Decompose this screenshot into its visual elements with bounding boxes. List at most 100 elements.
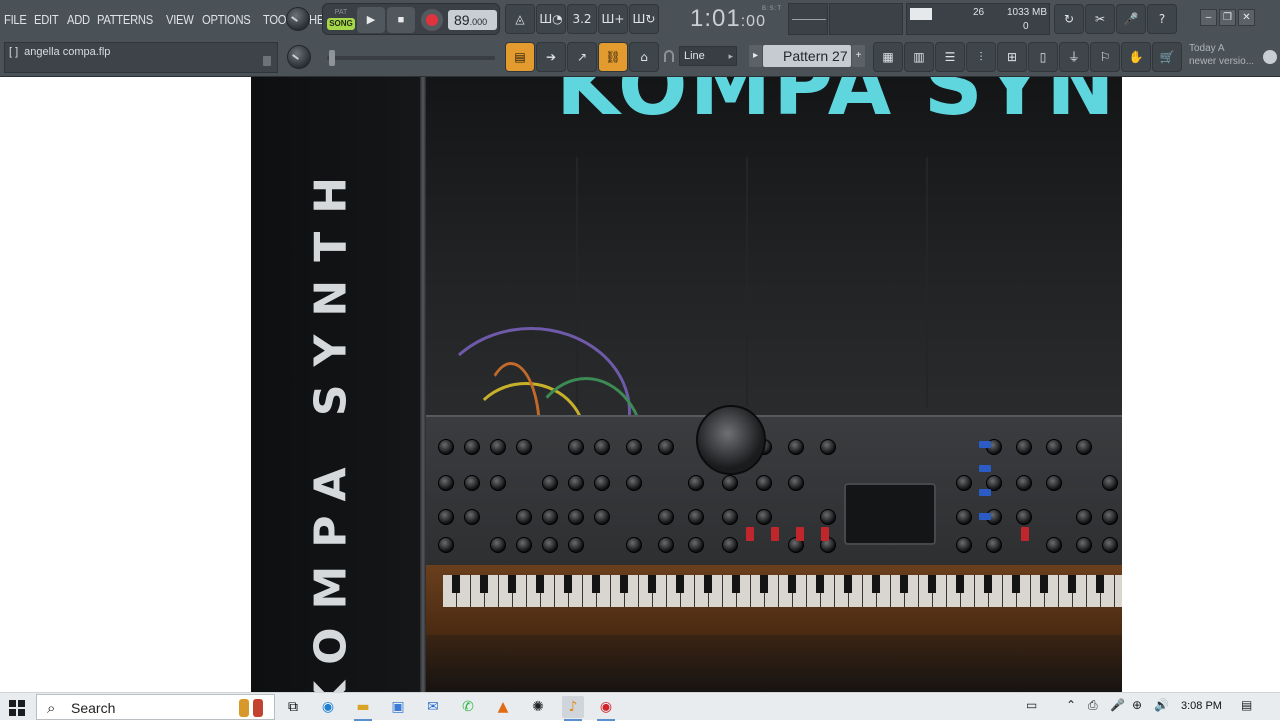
mail-icon[interactable]: ✉: [422, 696, 444, 718]
magnet-icon[interactable]: [664, 50, 674, 62]
help-icon[interactable]: ?: [1147, 4, 1177, 34]
hand-icon[interactable]: ✋: [1121, 42, 1151, 72]
master-slider-handle[interactable]: [329, 50, 335, 66]
oscilloscope-monitor: [788, 3, 828, 35]
synth-knob: [626, 439, 642, 455]
headphones: [696, 405, 766, 475]
channel-rack-icon[interactable]: ☰: [935, 42, 965, 72]
add-pattern-button[interactable]: +: [852, 45, 865, 67]
menu-file[interactable]: FILE: [4, 12, 27, 27]
wall-panel-line: [926, 157, 928, 407]
menu-add[interactable]: ADD: [67, 12, 90, 27]
menu-options[interactable]: OPTIONS: [202, 12, 251, 27]
globe-icon: [1263, 50, 1277, 64]
link-icon[interactable]: ⛓: [598, 42, 628, 72]
touch-keyboard-icon[interactable]: ⚐: [1090, 42, 1120, 72]
playlist-icon[interactable]: ▦: [873, 42, 903, 72]
record-button[interactable]: [421, 9, 443, 31]
synth-knob: [542, 475, 558, 491]
pattern-prev-button[interactable]: ▸: [749, 45, 762, 67]
store-icon[interactable]: ▣: [387, 696, 409, 718]
blend-notes-button[interactable]: Ш+: [598, 4, 628, 34]
arrow-icon[interactable]: ➔: [536, 42, 566, 72]
brush-icon[interactable]: ↗: [567, 42, 597, 72]
close-button[interactable]: ✕: [1238, 9, 1255, 26]
meet-now-icon[interactable]: ⎙: [1088, 698, 1098, 713]
microphone-icon[interactable]: 🎤: [1116, 4, 1146, 34]
whatsapp-icon[interactable]: ✆: [457, 696, 479, 718]
plugin-picker-icon[interactable]: ⏚: [1059, 42, 1089, 72]
search-highlight-icon: [237, 699, 269, 717]
reset-icon[interactable]: ↻: [1054, 4, 1084, 34]
toolbar-row-secondary: [ ] angella compa.flp ▤ ➔ ↗ ⛓ ⌂ Line ▸ Pa…: [0, 38, 1280, 77]
synth-knob: [986, 537, 1002, 553]
loop-record-button[interactable]: Ш↻: [629, 4, 659, 34]
taskbar-clock[interactable]: 3:08 PM: [1181, 700, 1222, 712]
project-file-name: [ ] angella compa.flp: [9, 46, 110, 58]
cut-icon[interactable]: ✂: [1085, 4, 1115, 34]
menu-edit[interactable]: EDIT: [34, 12, 59, 27]
cover-title: KOMPA SYNTH: [556, 77, 1122, 134]
synth-knob: [438, 509, 454, 525]
cover-left-panel: KOMPA SYNTH: [251, 77, 421, 692]
countdown-button[interactable]: 3.2: [567, 4, 597, 34]
play-button[interactable]: ▶: [357, 7, 385, 33]
project-file-box[interactable]: [ ] angella compa.flp: [4, 42, 278, 73]
synth-knob: [688, 509, 704, 525]
synth-knob: [756, 475, 772, 491]
synth-knob: [568, 509, 584, 525]
notification-icon[interactable]: ▤: [1241, 698, 1252, 712]
show-hidden-icons-icon[interactable]: ⌃: [1066, 698, 1076, 712]
vertical-title: KOMPA SYNTH: [305, 158, 357, 692]
pattern-selector[interactable]: Pattern 27: [763, 45, 851, 67]
line-mode-select[interactable]: Line: [679, 46, 737, 66]
metronome-button[interactable]: ◬: [505, 4, 535, 34]
time-main: 1:01: [690, 5, 741, 32]
wait-for-input-button[interactable]: Ш◔: [536, 4, 566, 34]
microphone-tray-icon[interactable]: 🎤: [1110, 698, 1125, 712]
recorder-icon[interactable]: ◉: [595, 696, 617, 721]
project-info-icon[interactable]: ▯: [1028, 42, 1058, 72]
toolbar-row-main: FILE EDIT ADD PATTERNS VIEW OPTIONS TOOL…: [0, 0, 1280, 38]
synth-red-switch: [746, 527, 754, 541]
song-position-display[interactable]: 1:01:00 B:S:T: [690, 3, 782, 35]
vlc-icon[interactable]: ▲: [492, 696, 514, 718]
synth-knob-field: [426, 417, 1122, 567]
synth-blue-switch: [979, 489, 991, 496]
windows-start-icon[interactable]: [9, 700, 25, 716]
synth-knob: [438, 537, 454, 553]
search-placeholder: Search: [71, 700, 116, 716]
update-hint[interactable]: Today A newer versio...: [1185, 40, 1280, 73]
synth-knob: [1102, 475, 1118, 491]
restore-button[interactable]: ❐: [1219, 9, 1236, 26]
synth-knob: [568, 439, 584, 455]
stamp-icon[interactable]: ⌂: [629, 42, 659, 72]
minimize-button[interactable]: –: [1200, 9, 1217, 26]
cart-icon[interactable]: 🛒: [1152, 42, 1182, 72]
synth-knob: [626, 475, 642, 491]
taskbar-search-box[interactable]: ⌕ Search: [36, 694, 275, 720]
mixer-icon[interactable]: ⫶: [966, 42, 996, 72]
edge-icon[interactable]: ◉: [317, 696, 339, 718]
chatgpt-icon[interactable]: ✺: [527, 696, 549, 718]
fl-studio-icon[interactable]: ♪: [562, 696, 584, 721]
volume-icon[interactable]: 🔊: [1154, 698, 1169, 712]
master-slider-track[interactable]: [327, 56, 495, 60]
menu-view[interactable]: VIEW: [166, 12, 194, 27]
browser-icon[interactable]: ⊞: [997, 42, 1027, 72]
pat-song-toggle[interactable]: PAT SONG: [327, 7, 355, 33]
stop-button[interactable]: ■: [387, 7, 415, 33]
synth-knob: [1102, 509, 1118, 525]
master-volume-knob[interactable]: [286, 7, 310, 31]
piano-snap-icon[interactable]: ▤: [505, 42, 535, 72]
network-icon[interactable]: ⊕: [1132, 698, 1142, 712]
menu-patterns[interactable]: PATTERNS: [97, 12, 153, 27]
master-pitch-knob[interactable]: [287, 45, 311, 69]
synth-blue-switch: [979, 465, 991, 472]
tempo-display[interactable]: 89.000: [448, 10, 497, 30]
keyboard-layout-icon[interactable]: ▭: [1026, 698, 1037, 712]
file-explorer-icon[interactable]: ▬: [352, 696, 374, 721]
piano-roll-icon[interactable]: ▥: [904, 42, 934, 72]
task-view-icon[interactable]: ⧉: [282, 696, 304, 718]
synth-knob: [464, 439, 480, 455]
